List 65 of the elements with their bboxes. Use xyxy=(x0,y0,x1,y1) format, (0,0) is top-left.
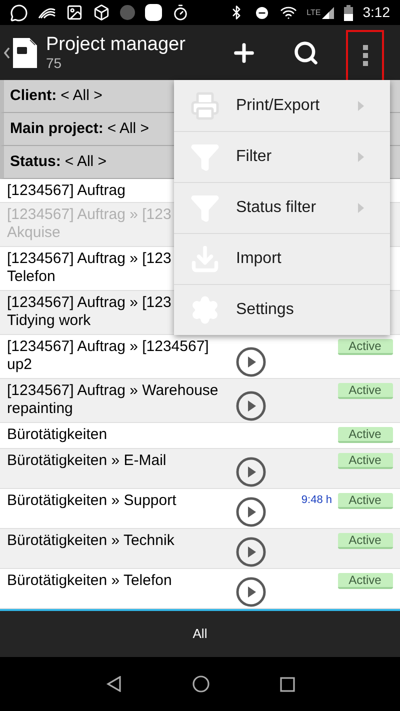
list-row[interactable]: [1234567] Auftrag » Warehouse repainting Active xyxy=(0,379,400,423)
list-row[interactable]: Bürotätigkeiten » Technik Active xyxy=(0,529,400,569)
recents-icon[interactable] xyxy=(280,676,294,692)
network-type: LTE xyxy=(306,6,321,18)
menu-item[interactable]: Import xyxy=(174,233,390,284)
time-label: 9:48 h xyxy=(301,493,332,508)
play-icon[interactable] xyxy=(236,457,266,487)
menu-item[interactable]: Settings xyxy=(174,284,390,335)
play-icon[interactable] xyxy=(236,577,266,607)
row-title: Bürotätigkeiten xyxy=(7,426,108,444)
app-title: Project manager xyxy=(46,35,186,54)
row-title: Tidying work xyxy=(7,312,91,330)
status-badge: Active xyxy=(338,453,392,469)
back-icon[interactable] xyxy=(106,676,122,692)
row-title: [1234567] Auftrag » [123 xyxy=(7,206,172,224)
row-title: [1234567] Auftrag » [123 xyxy=(7,294,172,312)
row-title: Telefon xyxy=(7,268,56,286)
search-icon xyxy=(293,40,319,66)
row-title: Akquise xyxy=(7,224,60,242)
play-icon[interactable] xyxy=(236,347,266,377)
row-title: Bürotätigkeiten » Technik xyxy=(7,532,174,550)
row-title: [1234567] Auftrag » [123 xyxy=(7,250,172,268)
menu-item-label: Filter xyxy=(236,147,273,167)
menu-item-label: Status filter xyxy=(236,198,318,218)
swirl-icon xyxy=(38,6,56,20)
status-badge: Active xyxy=(338,573,392,589)
home-icon[interactable] xyxy=(192,675,210,693)
row-title: [1234567] Auftrag » Warehouse xyxy=(7,382,218,400)
status-badge: Active xyxy=(338,339,392,355)
status-badge: Active xyxy=(338,427,392,443)
document-icon xyxy=(12,36,38,68)
menu-item[interactable]: Status filter xyxy=(174,182,390,233)
row-title: Bürotätigkeiten » Support xyxy=(7,492,176,510)
chat-icon xyxy=(10,4,28,22)
menu-item-label: Print/Export xyxy=(236,96,321,116)
status-badge: Active xyxy=(338,493,392,509)
printer-icon xyxy=(190,90,220,120)
signal-icon xyxy=(322,6,334,18)
do-not-disturb-icon xyxy=(254,4,270,20)
back-button[interactable] xyxy=(4,36,38,68)
box-icon xyxy=(93,4,110,21)
row-title: [1234567] Auftrag » [1234567] xyxy=(7,338,209,356)
image-icon xyxy=(66,4,83,21)
row-title: repainting xyxy=(7,400,73,418)
stopwatch-icon xyxy=(172,4,189,21)
menu-item[interactable]: Print/Export xyxy=(174,80,390,131)
row-title: up2 xyxy=(7,356,32,374)
battery-icon xyxy=(344,4,353,20)
bottom-tab[interactable]: All xyxy=(192,624,208,644)
list-row[interactable]: Bürotätigkeiten » E-Mail Active xyxy=(0,449,400,489)
row-title: [1234567] Auftrag xyxy=(7,182,126,200)
play-icon[interactable] xyxy=(236,537,266,567)
status-badge: Active xyxy=(338,533,392,549)
menu-item-label: Import xyxy=(236,249,282,269)
clock: 3:12 xyxy=(362,3,390,22)
back-chevron-icon xyxy=(4,46,10,58)
menu-item[interactable]: Filter xyxy=(174,131,390,182)
menu-item-label: Settings xyxy=(236,300,295,320)
play-icon[interactable] xyxy=(236,497,266,527)
wifi-icon xyxy=(280,4,297,21)
play-icon[interactable] xyxy=(236,391,266,421)
status-badge: Active xyxy=(338,383,392,399)
row-title: Bürotätigkeiten » Telefon xyxy=(7,572,172,590)
item-count: 75 xyxy=(46,56,63,70)
row-title: Bürotätigkeiten » E-Mail xyxy=(7,452,166,470)
